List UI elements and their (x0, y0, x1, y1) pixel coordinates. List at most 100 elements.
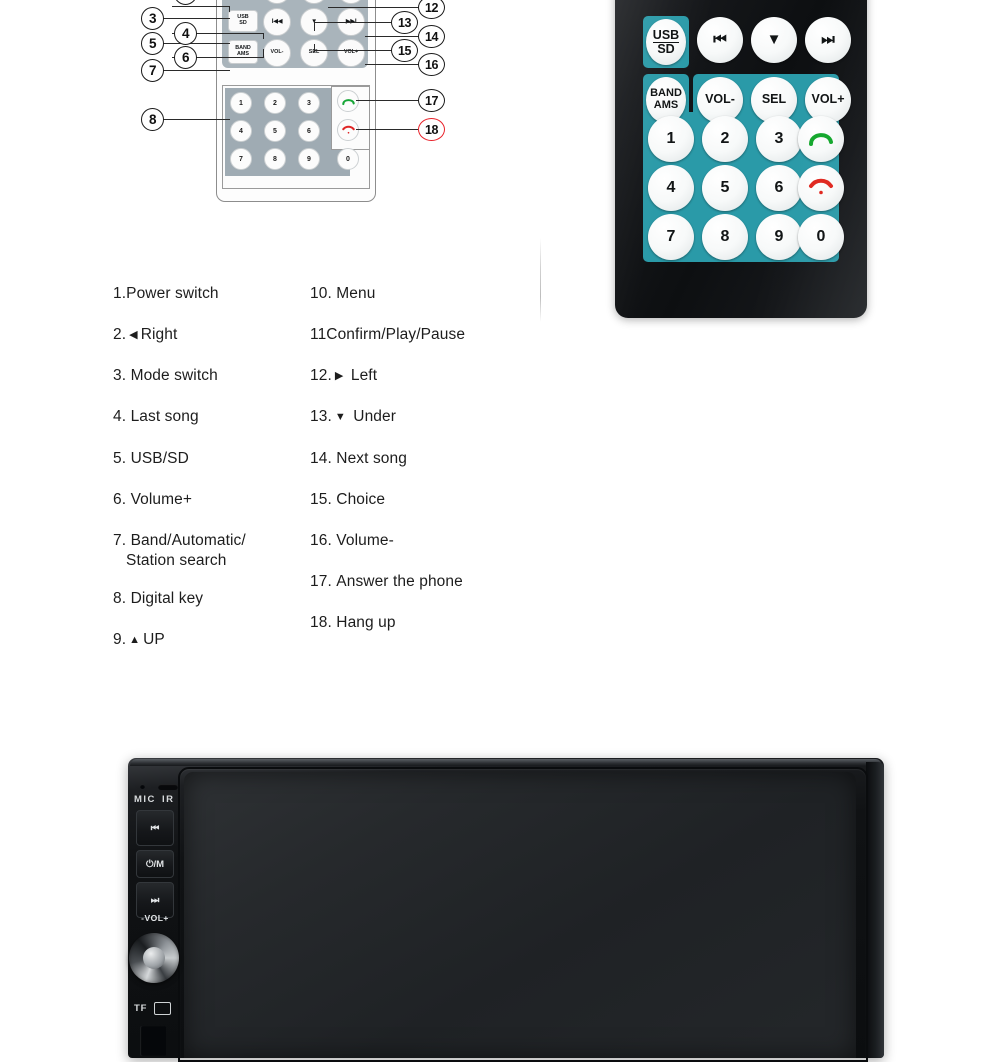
phone-answer-icon (809, 133, 833, 146)
legend-item-13: 13. ▼ Under (310, 408, 396, 426)
legend-item-7: 7. Band/Automatic/Station search (113, 531, 246, 569)
photo-btn-answer (798, 116, 844, 162)
stereo-screen-bezel (178, 767, 868, 1062)
legend-item-18: 18. Hang up (310, 614, 396, 632)
callout-7: 7 (141, 59, 164, 82)
diagram-key-5: 5 (264, 120, 286, 142)
leader-17 (356, 100, 418, 102)
phone-hangup-icon (341, 125, 355, 134)
callout-15: 15 (391, 39, 418, 62)
callout-16: 16 (418, 53, 445, 76)
legend-item-10: 10. Menu (310, 285, 376, 302)
leader-5 (162, 43, 230, 45)
callout-13: 13 (391, 11, 418, 34)
left-triangle-icon: ◀ (129, 329, 138, 342)
photo-key-0: 0 (798, 214, 844, 260)
stereo-bottom-slot (140, 1026, 166, 1056)
stereo-right-edge (866, 762, 884, 1058)
legend-item-4: 4. Last song (113, 408, 199, 426)
up-triangle-icon: ▲ (129, 634, 141, 647)
photo-key-2: 2 (702, 116, 748, 162)
callout-12: 12 (418, 0, 445, 19)
leader-18 (356, 129, 418, 131)
diagram-btn-prev: I◀◀ (263, 8, 291, 36)
legend-item-1: 1.Power switch (113, 285, 219, 302)
down-triangle-icon: ▼ (334, 411, 346, 424)
ir-receiver-icon (158, 784, 178, 790)
remote-control-photo: ▶II USBSD ⏮ ▼ ⏭ BAND AMS VOL- SEL VOL+ 1… (615, 0, 867, 318)
diagram-btn-usb-sd: USB SD (228, 10, 258, 32)
photo-key-9: 9 (756, 214, 802, 260)
tf-card-slot-icon[interactable] (154, 1002, 171, 1015)
legend-item-17: 17. Answer the phone (310, 572, 463, 590)
callout-8: 8 (141, 108, 164, 131)
legend-item-12: 12. ▶ Left (310, 367, 378, 385)
diagram-key-9: 9 (298, 148, 320, 170)
legend-item-11: 11Confirm/Play/Pause (310, 326, 466, 344)
leader-3 (162, 18, 230, 20)
leader-4-stem (263, 33, 265, 39)
photo-btn-usb-sd: USB SD (646, 19, 686, 65)
phone-hangup-icon (809, 178, 833, 195)
stereo-knob-cap (143, 947, 165, 969)
diagram-btn-vol-up: VOL+ (337, 39, 365, 67)
callout-14: 14 (418, 25, 445, 48)
callout-3: 3 (141, 7, 164, 30)
diagram-key-6: 6 (298, 120, 320, 142)
phone-answer-icon (341, 98, 355, 105)
photo-key-6: 6 (756, 165, 802, 211)
legend-item-5: 5. USB/SD (113, 449, 189, 467)
callout-18: 18 (418, 118, 445, 141)
remote-callout-diagram: MODE ◀ ENT▶II ▶ USBSD I◀◀ ▼ ▶▶I BANDAMS … (138, 0, 448, 240)
photo-key-5: 5 (702, 165, 748, 211)
callout-6: 6 (174, 46, 197, 69)
diagram-btn-vol-down: VOL- (263, 39, 291, 67)
diagram-key-7: 7 (230, 148, 252, 170)
stereo-ir-label: IR (162, 794, 175, 805)
stereo-prev-button[interactable]: ⏮ (136, 810, 174, 846)
leader-15-stem (314, 44, 316, 52)
stereo-mic-label: MIC (134, 794, 156, 805)
photo-btn-prev: ⏮ (697, 17, 743, 63)
stereo-volume-knob[interactable] (129, 933, 179, 983)
diagram-key-8: 8 (264, 148, 286, 170)
car-stereo-photo: MIC IR ⏮ ⏻/M ⏭ -VOL+ TF (128, 758, 884, 1062)
diagram-key-3: 3 (298, 92, 320, 114)
callout-5: 5 (141, 32, 164, 55)
callout-17: 17 (418, 89, 445, 112)
photo-key-1: 1 (648, 116, 694, 162)
leader-8 (162, 119, 230, 121)
leader-7 (162, 70, 230, 72)
leader-6-stem (263, 49, 265, 58)
legend-item-9: 9. ▲ UP (113, 631, 165, 649)
diagram-key-2: 2 (264, 92, 286, 114)
legend-item-8: 8. Digital key (113, 590, 204, 608)
photo-key-4: 4 (648, 165, 694, 211)
legend-item-14: 14. Next song (310, 449, 407, 467)
photo-btn-next: ⏭ (805, 17, 851, 63)
legend-item-2: 2. ◀ Right (113, 326, 178, 344)
photo-key-8: 8 (702, 214, 748, 260)
photo-btn-hangup (798, 165, 844, 211)
photo-btn-down-arrow: ▼ (751, 17, 797, 63)
leader-2-stem (229, 6, 231, 12)
microphone-hole-icon (140, 784, 145, 789)
stereo-power-mode-button[interactable]: ⏻/M (136, 850, 174, 878)
legend-item-16: 16. Volume- (310, 531, 394, 549)
leader-12 (328, 7, 418, 9)
legend-right-column: 10. Menu 11Confirm/Play/Pause 12. ▶ Left … (310, 284, 540, 654)
column-divider (540, 238, 541, 322)
legend-item-3: 3. Mode switch (113, 367, 218, 385)
legend-item-15: 15. Choice (310, 490, 386, 508)
diagram-btn-band-ams: BAND AMS (228, 40, 258, 64)
stereo-volume-label: -VOL+ (141, 913, 169, 923)
photo-key-3: 3 (756, 116, 802, 162)
photo-key-7: 7 (648, 214, 694, 260)
right-triangle-icon: ▶ (334, 370, 344, 383)
leader-14 (365, 36, 418, 38)
callout-2: 2 (174, 0, 197, 5)
callout-4: 4 (174, 22, 197, 45)
leader-2 (172, 6, 230, 8)
diagram-key-1: 1 (230, 92, 252, 114)
leader-16 (365, 64, 418, 66)
